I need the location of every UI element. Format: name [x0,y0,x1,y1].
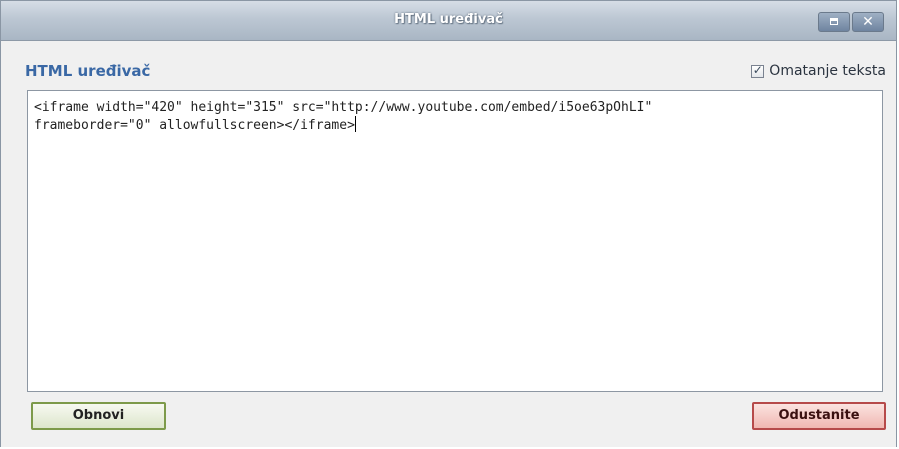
maximize-icon [830,18,838,25]
window-title: HTML uređivač [394,12,503,27]
maximize-button[interactable] [818,12,850,32]
html-editor-window: HTML uređivač ✕ HTML uređivač ✓ Omatanje… [0,0,897,447]
word-wrap-checkbox[interactable]: ✓ [751,62,765,78]
word-wrap-option[interactable]: ✓ Omatanje teksta [751,63,886,79]
cancel-button[interactable]: Odustanite [752,402,886,430]
title-bar[interactable]: HTML uređivač ✕ [1,1,896,41]
dialog-body: HTML uređivač ✓ Omatanje teksta <iframe … [1,42,896,447]
checkmark-icon: ✓ [752,62,763,77]
page-title: HTML uređivač [25,62,151,80]
html-code-editor[interactable]: <iframe width="420" height="315" src="ht… [27,90,883,392]
text-caret [354,116,356,132]
word-wrap-label[interactable]: Omatanje teksta [769,63,886,79]
close-button[interactable]: ✕ [852,12,884,32]
restore-button[interactable]: Obnovi [31,402,166,430]
code-line-2: frameborder="0" allowfullscreen></iframe… [34,118,355,133]
code-text[interactable]: <iframe width="420" height="315" src="ht… [34,99,876,134]
close-icon: ✕ [862,14,874,30]
code-line-1: <iframe width="420" height="315" src="ht… [34,100,653,115]
